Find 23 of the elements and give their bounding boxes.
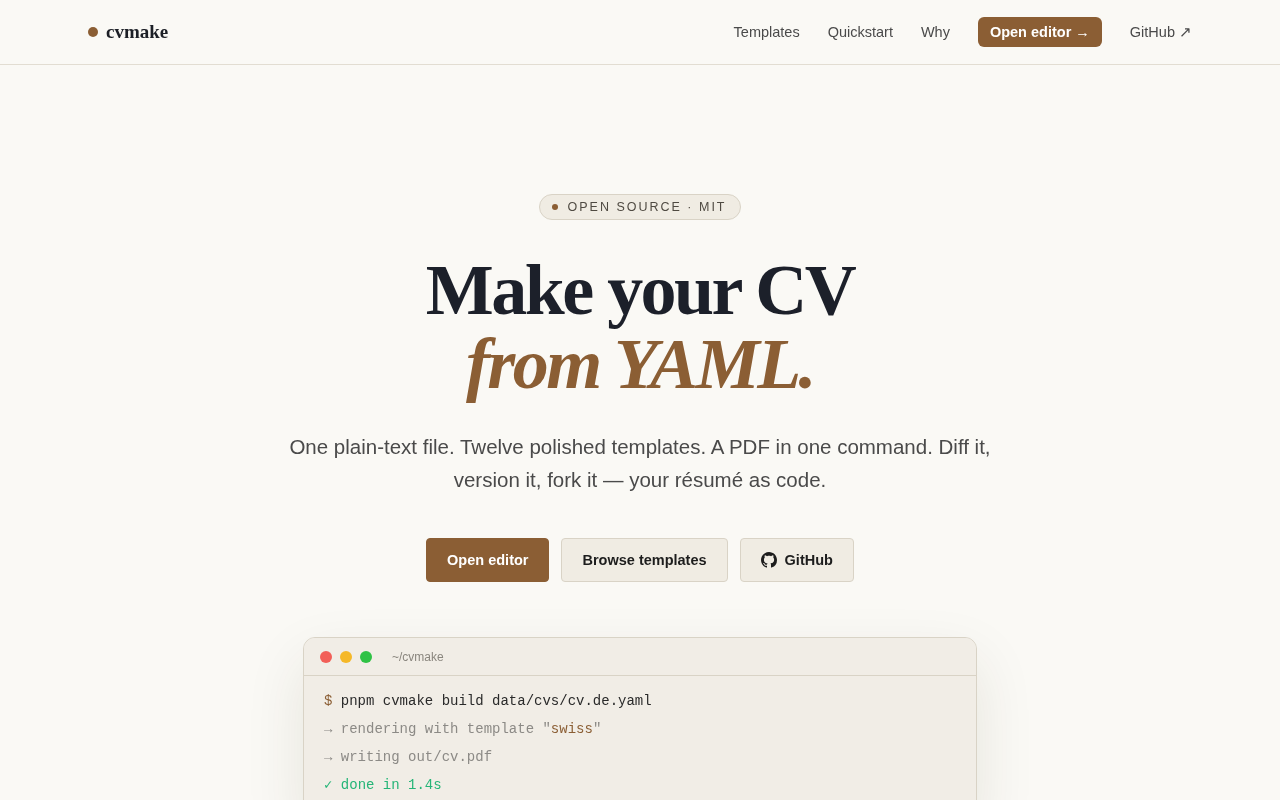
window-control-icon[interactable]: [340, 650, 352, 663]
terminal-line: → rendering with template "swiss": [324, 720, 603, 739]
terminal-line: ✓ done in 1.4s: [324, 776, 443, 795]
browse-templates-button[interactable]: Browse templates: [561, 538, 728, 582]
home-logo-link[interactable]: cvmake: [88, 21, 169, 43]
hero-subtitle: One plain-text file. Twelve polished templates. A PDF in one command. Diff it, version it, fork it — your résumé as code.: [288, 434, 992, 493]
open-editor-button[interactable]: Open editor →: [977, 17, 1102, 47]
terminal-title: ~/cvmake: [392, 649, 444, 664]
open-editor-button[interactable]: Open editor: [426, 538, 550, 582]
nav-link[interactable]: GitHub ↗: [1115, 24, 1192, 40]
license-label: OPEN SOURCE · MIT: [567, 200, 727, 214]
nav-link[interactable]: Quickstart: [813, 24, 907, 40]
github-icon: [760, 552, 777, 568]
nav-link[interactable]: Why: [906, 24, 964, 40]
nav-link[interactable]: Templates: [719, 24, 814, 40]
github-button[interactable]: GitHub: [739, 538, 854, 582]
hero-headline: Make your CV from YAML.: [425, 253, 855, 401]
window-control-icon[interactable]: [360, 650, 372, 663]
terminal-line: $ pnpm cvmake build data/cvs/cv.de.yaml: [324, 692, 653, 711]
terminal-line: → writing out/cv.pdf: [324, 748, 494, 767]
logo-dot-icon: [88, 27, 98, 37]
badge-dot-icon: [552, 204, 559, 210]
window-control-icon[interactable]: [320, 650, 332, 663]
